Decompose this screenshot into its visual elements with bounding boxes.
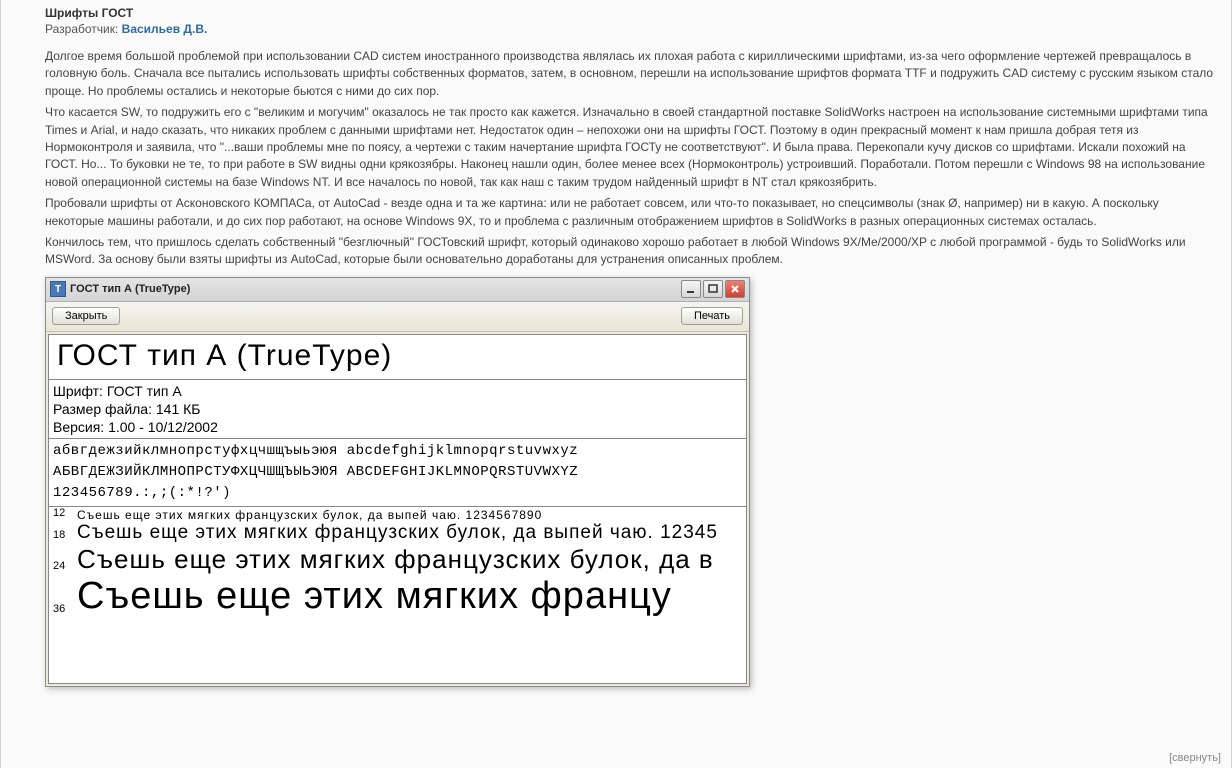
- article-paragraph: Что касается SW, то подружить его с "вел…: [45, 104, 1217, 191]
- sample-size-label: 24: [53, 560, 77, 575]
- print-button[interactable]: Печать: [681, 307, 743, 325]
- window-title: ГОСТ тип А (TrueType): [70, 283, 190, 295]
- font-display-area: ГОСТ тип А (TrueType) Шрифт: ГОСТ тип А …: [48, 334, 747, 684]
- toolbar: Закрыть Печать: [46, 302, 749, 332]
- sample-text: Съешь еще этих мягких французских булок,…: [77, 508, 542, 522]
- font-meta-version: Версия: 1.00 - 10/12/2002: [53, 418, 742, 436]
- font-meta-size: Размер файла: 141 КБ: [53, 400, 742, 418]
- developer-label: Разработчик:: [45, 22, 118, 36]
- sample-row: 18 Съешь еще этих мягких французских бул…: [49, 522, 746, 544]
- collapse-link[interactable]: [свернуть]: [1169, 752, 1221, 764]
- sample-row: 12 Съешь еще этих мягких французских бул…: [49, 507, 746, 522]
- charset-upper: АБВГДЕЖЗИЙКЛМНОПРСТУФХЦЧШЩЪЫЬЭЮЯ ABCDEFG…: [53, 462, 742, 483]
- font-preview-window: T ГОСТ тип А (TrueType) Закрыть: [45, 277, 750, 687]
- window-titlebar[interactable]: T ГОСТ тип А (TrueType): [46, 278, 749, 302]
- sample-size-label: 36: [53, 603, 77, 618]
- article-paragraph: Пробовали шрифты от Асконовского КОМПАСа…: [45, 195, 1217, 230]
- developer-line: Разработчик: Васильев Д.В.: [45, 22, 1217, 36]
- article-title: Шрифты ГОСТ: [45, 6, 1217, 20]
- minimize-button[interactable]: [681, 280, 701, 298]
- maximize-button[interactable]: [703, 280, 723, 298]
- charset-lower: абвгдежзийклмнопрстуфхцчшщъыьэюя abcdefg…: [53, 441, 742, 462]
- sample-text: Съешь еще этих мягких французских булок,…: [77, 544, 714, 575]
- close-button[interactable]: [725, 280, 745, 298]
- close-font-button[interactable]: Закрыть: [52, 307, 120, 325]
- sample-text: Съешь еще этих мягких францу: [77, 575, 672, 618]
- charset-numbers: 123456789.:,;(:*!?'): [53, 483, 742, 504]
- sample-row: 36 Съешь еще этих мягких францу: [49, 575, 746, 618]
- article-paragraph: Долгое время большой проблемой при испол…: [45, 48, 1217, 100]
- font-name-heading: ГОСТ тип А (TrueType): [53, 337, 742, 377]
- font-display-scroll[interactable]: ГОСТ тип А (TrueType) Шрифт: ГОСТ тип А …: [49, 335, 746, 683]
- sample-size-label: 18: [53, 529, 77, 544]
- sample-size-label: 12: [53, 507, 77, 522]
- developer-link[interactable]: Васильев Д.В.: [122, 22, 208, 36]
- article-paragraph: Кончилось тем, что пришлось сделать собс…: [45, 234, 1217, 269]
- font-meta-name: Шрифт: ГОСТ тип А: [53, 382, 742, 400]
- font-file-icon: T: [50, 281, 66, 297]
- sample-text: Съешь еще этих мягких французских булок,…: [77, 522, 718, 544]
- sample-row: 24 Съешь еще этих мягких французских бул…: [49, 544, 746, 575]
